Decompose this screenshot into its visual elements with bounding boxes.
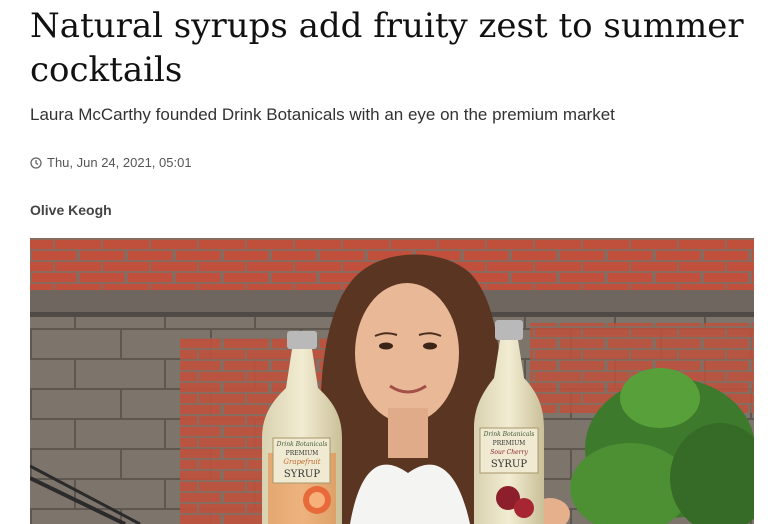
article-date-text: Thu, Jun 24, 2021, 05:01	[47, 155, 192, 170]
clock-icon	[30, 156, 42, 169]
article-author[interactable]: Olive Keogh	[30, 202, 112, 218]
svg-text:Grapefruit: Grapefruit	[283, 458, 320, 466]
svg-text:Drink Botanicals: Drink Botanicals	[276, 441, 328, 448]
photo-illustration: Drink Botanicals PREMIUM Grapefruit SYRU…	[30, 238, 754, 524]
svg-text:SYRUP: SYRUP	[284, 469, 320, 480]
article-date: Thu, Jun 24, 2021, 05:01	[30, 155, 192, 170]
article-standfirst: Laura McCarthy founded Drink Botanicals …	[30, 105, 615, 124]
article-headline: Natural syrups add fruity zest to summer…	[30, 6, 744, 90]
svg-text:SYRUP: SYRUP	[491, 459, 527, 470]
article-photo: Drink Botanicals PREMIUM Grapefruit SYRU…	[30, 238, 754, 524]
svg-text:Sour Cherry: Sour Cherry	[490, 449, 528, 456]
svg-text:PREMIUM: PREMIUM	[286, 450, 319, 457]
svg-text:Drink Botanicals: Drink Botanicals	[483, 431, 535, 438]
svg-text:PREMIUM: PREMIUM	[493, 440, 526, 447]
